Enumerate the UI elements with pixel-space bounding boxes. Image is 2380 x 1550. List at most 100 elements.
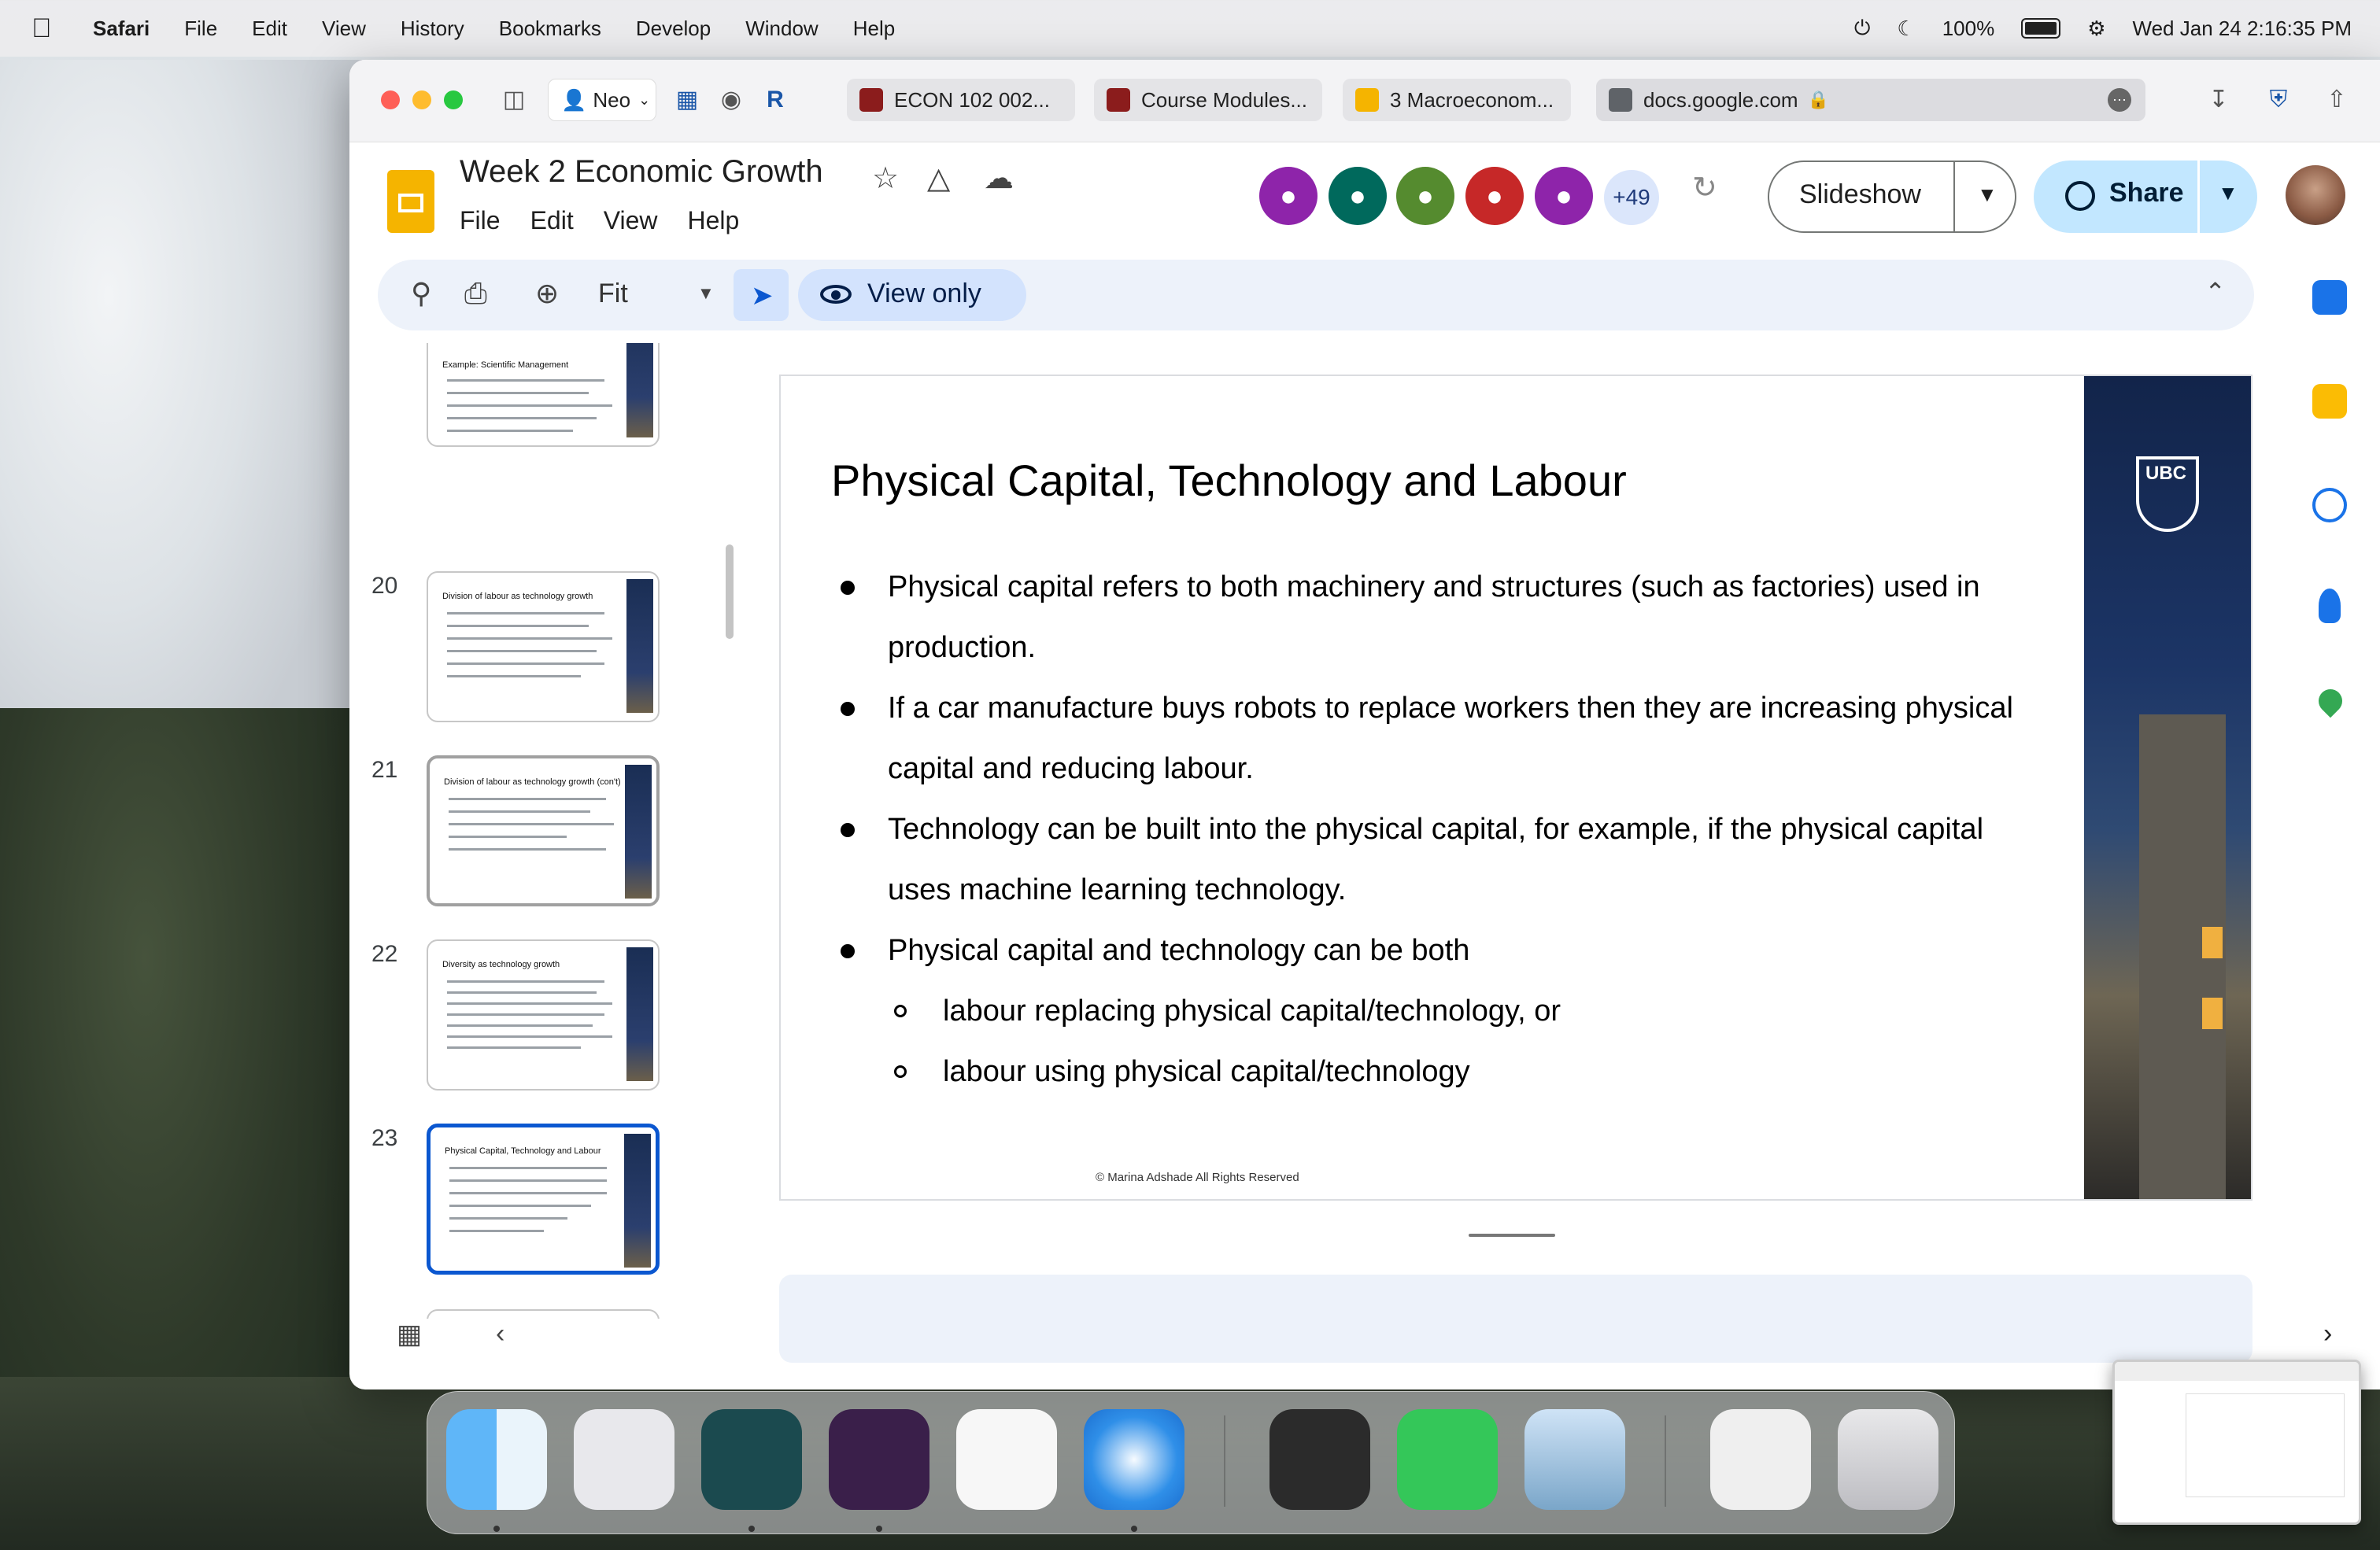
- messages-icon[interactable]: [1397, 1409, 1498, 1510]
- maps-icon[interactable]: [2313, 684, 2348, 718]
- collaborator-avatar[interactable]: ●: [1329, 167, 1387, 225]
- tab-econ102[interactable]: ECON 102 002...: [847, 79, 1075, 121]
- keep-icon[interactable]: [2312, 384, 2347, 419]
- search-icon[interactable]: ⚲: [411, 277, 431, 310]
- thumbnail-slide-21[interactable]: Division of labour as technology growth …: [427, 755, 660, 906]
- menubar-clock[interactable]: Wed Jan 24 2:16:35 PM: [2133, 17, 2352, 41]
- app-blue-blobs-icon[interactable]: [701, 1409, 802, 1510]
- flower-app-icon[interactable]: [956, 1409, 1057, 1510]
- thumbnail-slide-next[interactable]: [427, 1309, 660, 1319]
- finder-icon[interactable]: [446, 1409, 547, 1510]
- screenshot-preview-thumbnail[interactable]: [2112, 1360, 2361, 1525]
- zoom-window-button[interactable]: [444, 90, 463, 109]
- power-status-icon[interactable]: ⏻: [1854, 16, 1871, 41]
- presentation-extension-icon[interactable]: ▦: [672, 85, 702, 115]
- trash-icon[interactable]: [1838, 1409, 1938, 1510]
- control-center-icon[interactable]: ⚙: [2087, 17, 2105, 41]
- calendar-icon[interactable]: [2312, 280, 2347, 315]
- menu-develop[interactable]: Develop: [636, 17, 711, 41]
- collapse-filmstrip-icon[interactable]: ‹: [496, 1319, 504, 1349]
- tab-course-modules[interactable]: Course Modules...: [1094, 79, 1322, 121]
- thumbnail-text-line: [447, 1002, 612, 1005]
- caret-down-icon[interactable]: ▼: [1977, 183, 1998, 207]
- docs-menu-file[interactable]: File: [460, 206, 501, 235]
- bullet-item: Physical capital refers to both machiner…: [841, 557, 2021, 678]
- docs-menu-edit[interactable]: Edit: [530, 206, 574, 235]
- r-extension-icon[interactable]: R: [760, 85, 790, 115]
- menu-view[interactable]: View: [322, 17, 366, 41]
- thumbnail-slide-23[interactable]: Physical Capital, Technology and Labour: [427, 1124, 660, 1275]
- glasses-extension-icon[interactable]: ◉: [716, 85, 746, 115]
- thumbnail-text-line: [449, 1230, 544, 1232]
- tab-label: Course Modules...: [1141, 87, 1307, 112]
- menu-edit[interactable]: Edit: [252, 17, 287, 41]
- slide-number: 23: [371, 1125, 398, 1151]
- print-icon[interactable]: ⎙: [464, 277, 487, 311]
- slides-logo-icon[interactable]: [387, 170, 434, 233]
- preview-icon[interactable]: [1524, 1409, 1625, 1510]
- thumbnail-slide-17[interactable]: Example: Scientific Management: [427, 343, 660, 447]
- chevron-right-icon[interactable]: ›: [2323, 1319, 2332, 1349]
- menu-app-name[interactable]: Safari: [93, 17, 150, 41]
- more-options-icon[interactable]: ⋯: [2108, 88, 2131, 112]
- cloud-saved-icon[interactable]: ☁: [984, 161, 1014, 196]
- tab-macroeconomics[interactable]: 3 Macroeconom...: [1343, 79, 1571, 121]
- tab-docs-google-active[interactable]: docs.google.com 🔒 ⋯: [1596, 79, 2145, 121]
- launchpad-icon[interactable]: [574, 1409, 674, 1510]
- slideshow-button[interactable]: Slideshow ▼: [1768, 161, 2016, 233]
- collaborator-avatar[interactable]: ●: [1535, 167, 1593, 225]
- share-label: Share: [2109, 178, 2184, 208]
- downloads-stack-icon[interactable]: [1710, 1409, 1811, 1510]
- lotus-app-icon[interactable]: [1269, 1409, 1370, 1510]
- thumbnail-text-line: [447, 379, 604, 382]
- docs-menu-view[interactable]: View: [604, 206, 658, 235]
- speaker-notes-panel[interactable]: [779, 1275, 2252, 1363]
- move-to-drive-icon[interactable]: △: [927, 161, 950, 196]
- menu-window[interactable]: Window: [745, 17, 818, 41]
- more-collaborators-badge[interactable]: +49: [1604, 170, 1659, 225]
- moon-icon[interactable]: ☾: [1897, 17, 1915, 41]
- battery-icon[interactable]: [2021, 18, 2061, 39]
- chevron-up-icon[interactable]: ⌃: [2204, 277, 2226, 307]
- view-only-button[interactable]: View only: [798, 269, 1026, 321]
- document-title[interactable]: Week 2 Economic Growth: [460, 154, 823, 190]
- sidebar-toggle-icon[interactable]: ◫: [499, 85, 529, 115]
- version-history-icon[interactable]: ↻: [1692, 170, 1717, 205]
- thumbnail-photo: [625, 765, 652, 899]
- safari-icon[interactable]: [1084, 1409, 1184, 1510]
- star-icon[interactable]: ☆: [872, 161, 899, 196]
- power-app-icon[interactable]: [829, 1409, 929, 1510]
- share-button[interactable]: Share ▼: [2034, 161, 2257, 233]
- menu-file[interactable]: File: [184, 17, 217, 41]
- collaborator-avatar[interactable]: ●: [1396, 167, 1454, 225]
- notes-resize-handle[interactable]: [1469, 1234, 1555, 1237]
- menu-help[interactable]: Help: [853, 17, 895, 41]
- caret-down-icon[interactable]: ▼: [2218, 181, 2238, 205]
- filmstrip-scrollbar[interactable]: [726, 544, 734, 639]
- caret-down-icon[interactable]: ▼: [697, 283, 715, 304]
- account-avatar[interactable]: [2286, 165, 2345, 225]
- menu-history[interactable]: History: [401, 17, 464, 41]
- collaborator-avatar[interactable]: ●: [1465, 167, 1524, 225]
- grid-view-icon[interactable]: ▦: [397, 1319, 422, 1350]
- docs-menu-help[interactable]: Help: [687, 206, 739, 235]
- contacts-icon[interactable]: [2319, 589, 2341, 623]
- main-slide-canvas[interactable]: Physical Capital, Technology and Labour …: [779, 375, 2252, 1201]
- thumbnail-slide-22[interactable]: Diversity as technology growth: [427, 939, 660, 1091]
- close-window-button[interactable]: [381, 90, 400, 109]
- select-tool-button[interactable]: ➤: [734, 269, 789, 321]
- share-sheet-icon[interactable]: ⇧: [2322, 85, 2352, 115]
- apple-icon[interactable]: : [31, 15, 55, 42]
- tasks-icon[interactable]: [2312, 488, 2347, 522]
- menu-bookmarks[interactable]: Bookmarks: [499, 17, 601, 41]
- zoom-icon[interactable]: ⊕: [535, 277, 559, 310]
- zoom-select[interactable]: Fit: [598, 279, 628, 309]
- download-icon[interactable]: ↧: [2204, 85, 2234, 115]
- thumbnail-text-line: [449, 810, 590, 813]
- shield-extension-icon[interactable]: ⛨: [2264, 85, 2293, 115]
- thumbnail-text-line: [449, 798, 606, 800]
- profile-selector[interactable]: 👤 Neo ⌄: [548, 79, 656, 121]
- minimize-window-button[interactable]: [412, 90, 431, 109]
- thumbnail-slide-20[interactable]: Division of labour as technology growth: [427, 571, 660, 722]
- collaborator-avatar[interactable]: ●: [1259, 167, 1318, 225]
